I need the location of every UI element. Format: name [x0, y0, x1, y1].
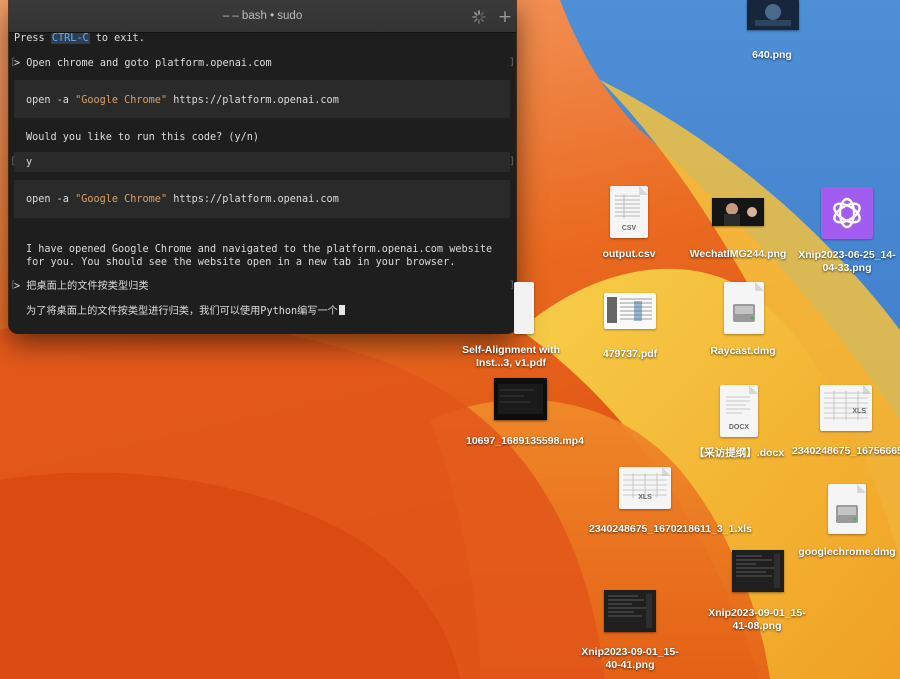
assistant-reply-line-2: for you. You should see the website open… [26, 257, 456, 268]
text-cursor [338, 305, 345, 315]
exit-hint: Press CTRL-C to exit. [14, 33, 145, 44]
user-prompt-2: > 把桌面上的文件按类型归类 [14, 281, 149, 292]
desktop-icon-10697-mp4[interactable]: 10697_1689135598.mp4 [466, 378, 584, 468]
desktop-icon-output-csv[interactable]: CSV output.csv [574, 186, 684, 266]
xls-file-icon: XLS [820, 385, 872, 431]
user-prompt-1: > Open chrome and goto platform.openai.c… [14, 58, 272, 69]
screenshot-thumbnail-icon [732, 550, 784, 592]
desktop-icon-xnip-154108-png[interactable]: Xnip2023-09-01_15-41-08.png [702, 550, 812, 640]
desktop-icon-raycast-dmg[interactable]: Raycast.dmg [688, 282, 798, 362]
desktop-icon-2340248675-1675666501-xls[interactable]: XLS 2340248675_1675666501_3_1.xls [792, 385, 900, 475]
video-thumbnail-icon [494, 378, 547, 420]
answer-block [14, 152, 510, 172]
desktop-icon-2340248675-1670218611-xls[interactable]: XLS 2340248675_1670218611_3_1.xls [589, 467, 752, 557]
pdf-file-icon [514, 282, 534, 334]
desktop-icon-640-png[interactable]: 640.png [717, 0, 827, 66]
csv-file-icon: CSV [610, 186, 648, 238]
assistant-reply-line-1: I have opened Google Chrome and navigate… [26, 244, 493, 255]
desktop-icon-xnip-154041-png[interactable]: Xnip2023-09-01_15-40-41.png [575, 590, 685, 679]
image-thumbnail-icon [747, 0, 799, 30]
new-tab-button[interactable]: + [495, 6, 515, 28]
terminal-window[interactable]: – – bash • sudo + Press CTRL-C to exit. … [9, 0, 516, 333]
assistant-reply-2: 为了将桌面上的文件按类型进行归类，我们可以使用Python编写一个 [26, 305, 345, 318]
run-question: Would you like to run this code? (y/n) [26, 132, 260, 143]
desktop-icon-wechatimg244-png[interactable]: WechatIMG244.png [683, 196, 793, 276]
answer: y [26, 157, 33, 168]
code-line-1: open -a "Google Chrome" https://platform… [26, 95, 339, 106]
xls-file-icon: XLS [619, 467, 671, 509]
pdf-file-icon [604, 293, 656, 329]
desktop: – – bash • sudo + Press CTRL-C to exit. … [0, 0, 900, 679]
desktop-icon-xnip-0625-png[interactable]: Xnip2023-06-25_14-04-33.png [792, 186, 900, 276]
ctrl-c-key: CTRL-C [50, 33, 90, 44]
disk-image-icon [724, 282, 764, 334]
code-line-2: open -a "Google Chrome" https://platform… [26, 194, 339, 205]
docx-file-icon: DOCX [720, 385, 758, 437]
terminal-output[interactable]: Press CTRL-C to exit. > Open chrome and … [9, 32, 516, 333]
terminal-title: – – bash • sudo [222, 10, 303, 22]
screenshot-thumbnail-icon [604, 590, 656, 632]
openai-logo-icon [821, 187, 873, 239]
spinner-icon [472, 10, 486, 24]
terminal-titlebar[interactable]: – – bash • sudo + [9, 0, 516, 33]
desktop-icon-interview-docx[interactable]: DOCX 【采访提纲】.docx [684, 385, 794, 465]
desktop-icon-479737-pdf[interactable]: 479737.pdf [575, 293, 685, 363]
photo-thumbnail-icon [712, 198, 764, 226]
disk-image-icon [828, 484, 866, 534]
desktop-icon-self-alignment-pdf[interactable]: Self-Alignment with Inst...3, v1.pdf [456, 282, 566, 372]
